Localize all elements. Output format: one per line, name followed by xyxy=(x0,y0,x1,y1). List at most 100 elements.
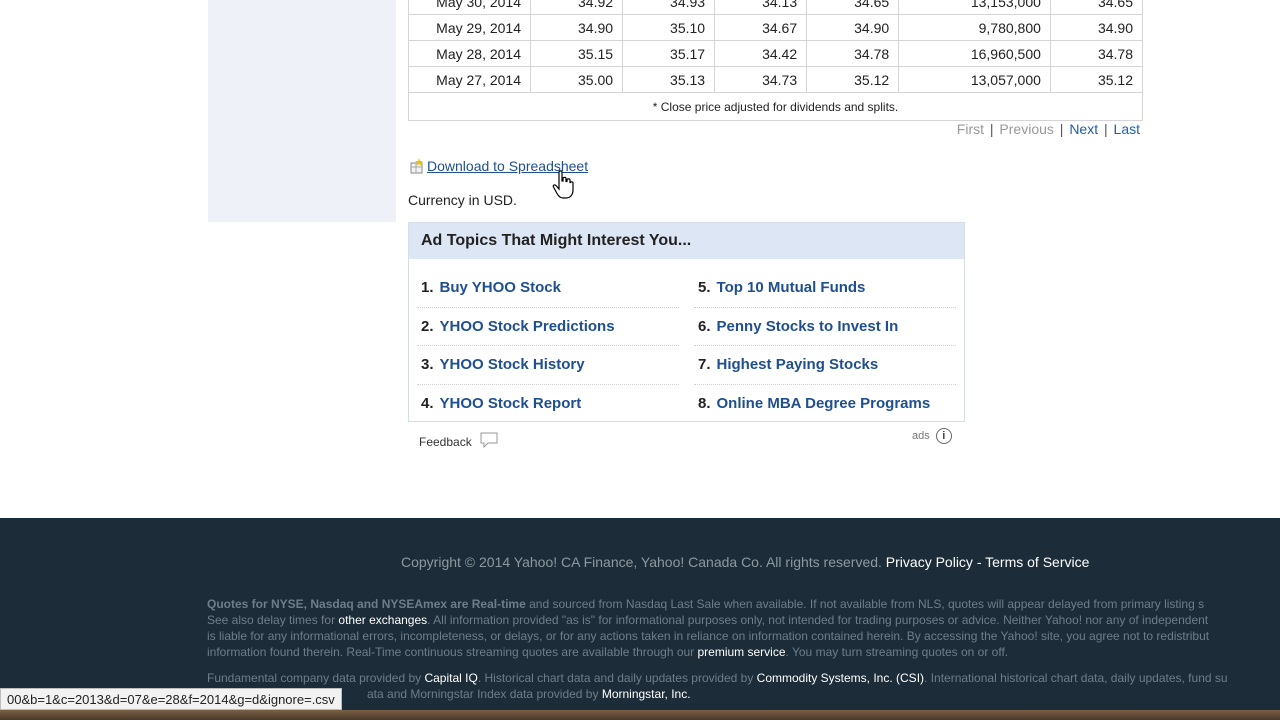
disclaimer-line-3: is liable for any informational errors, … xyxy=(207,629,1210,643)
table-footnote-row: * Close price adjusted for dividends and… xyxy=(408,92,1143,121)
feedback-link[interactable]: Feedback xyxy=(419,432,498,451)
pagination: First | Previous | Next | Last xyxy=(880,121,1140,137)
table-footnote: * Close price adjusted for dividends and… xyxy=(408,92,1143,121)
historical-prices-table: May 30, 2014 34.92 34.93 34.13 34.65 13,153,0… xyxy=(408,0,1144,121)
ad-topic-link[interactable]: Online MBA Degree Programs xyxy=(717,395,931,412)
disclaimer-line-2: See also delay times for other exchanges… xyxy=(207,612,1280,628)
ad-topic-item[interactable]: 5. Top 10 Mutual Funds xyxy=(694,269,956,308)
ad-topics-column-2: 5. Top 10 Mutual Funds 6. Penny Stocks to … xyxy=(694,269,956,423)
cell-close: 34.78 xyxy=(806,40,900,67)
providers-text: ata and Morningstar Index data provided … xyxy=(367,687,602,701)
hand-pointer-cursor-icon xyxy=(552,170,574,200)
cell-close: 34.65 xyxy=(806,0,900,15)
cell-volume: 13,153,000 xyxy=(898,0,1051,15)
ad-topic-link[interactable]: Buy YHOO Stock xyxy=(440,279,561,296)
ad-topic-link[interactable]: YHOO Stock Report xyxy=(440,395,582,412)
ad-topics-column-1: 1. Buy YHOO Stock 2. YHOO Stock Prediction… xyxy=(417,269,679,423)
ad-topic-item[interactable]: 6. Penny Stocks to Invest In xyxy=(694,308,956,346)
disclaimer-text: and sourced from Nasdaq Last Sale when a… xyxy=(525,597,1205,611)
cell-close: 35.12 xyxy=(806,66,900,93)
cell-open: 34.92 xyxy=(529,0,624,15)
cell-date: May 30, 2014 xyxy=(408,0,531,15)
currency-note: Currency in USD. xyxy=(408,192,517,208)
cell-open: 34.90 xyxy=(529,14,624,41)
quotes-disclaimer: Quotes for NYSE, Nasdaq and NYSEAmex are… xyxy=(207,596,1280,660)
ad-topic-item[interactable]: 1. Buy YHOO Stock xyxy=(417,269,679,308)
pager-separator: | xyxy=(1059,121,1064,137)
ad-topic-number: 6. xyxy=(698,317,711,335)
cell-high: 34.93 xyxy=(622,0,716,15)
providers-line-1: Fundamental company data provided by Cap… xyxy=(207,670,1280,686)
cell-adj-close: 34.65 xyxy=(1049,0,1144,15)
table-row: May 30, 2014 34.92 34.93 34.13 34.65 13,153,0… xyxy=(408,0,1144,15)
ad-topic-number: 7. xyxy=(698,356,711,374)
cell-high: 35.17 xyxy=(622,40,716,67)
ads-label: ads i xyxy=(912,428,952,444)
disclaimer-line-4: information found therein. Real-Time con… xyxy=(207,644,1280,660)
ad-topic-link[interactable]: Penny Stocks to Invest In xyxy=(717,318,899,335)
cell-high: 35.13 xyxy=(622,66,716,93)
ad-topic-item[interactable]: 3. YHOO Stock History xyxy=(417,346,679,385)
providers-line-2: ata and Morningstar Index data provided … xyxy=(207,686,1280,702)
footer-dash: - xyxy=(976,554,982,570)
ad-topic-link[interactable]: YHOO Stock History xyxy=(440,356,585,373)
table-row: May 27, 2014 35.00 35.13 34.73 35.12 13,057,0… xyxy=(408,66,1144,93)
ad-topics-title: Ad Topics That Might Interest You... xyxy=(409,223,964,259)
cell-date: May 27, 2014 xyxy=(408,66,531,93)
disclaimer-text: information found therein. Real-Time con… xyxy=(207,645,698,659)
ads-text: ads xyxy=(912,430,930,442)
ad-topic-item[interactable]: 8. Online MBA Degree Programs xyxy=(694,385,956,424)
footer-copyright-line: Copyright © 2014 Yahoo! CA Finance, Yaho… xyxy=(401,554,1089,570)
disclaimer-text: . All information provided "as is" for i… xyxy=(427,613,1209,627)
cell-open: 35.15 xyxy=(529,40,624,67)
disclaimer-text: . You may turn streaming quotes on or of… xyxy=(785,645,1009,659)
ad-topic-link[interactable]: Highest Paying Stocks xyxy=(717,356,879,373)
ad-topics-box: Ad Topics That Might Interest You... 1. B… xyxy=(408,222,965,422)
cell-open: 35.00 xyxy=(529,66,624,93)
ad-topic-item[interactable]: 2. YHOO Stock Predictions xyxy=(417,308,679,346)
cell-adj-close: 34.78 xyxy=(1049,40,1144,67)
pager-next-link[interactable]: Next xyxy=(1069,121,1098,137)
browser-status-url: 00&b=1&c=2013&d=07&e=28&f=2014&g=d&ignor… xyxy=(0,688,342,710)
cell-low: 34.13 xyxy=(714,0,808,15)
left-sidebar-panel xyxy=(208,0,396,222)
ad-topic-number: 4. xyxy=(421,395,434,413)
ad-topic-link[interactable]: YHOO Stock Predictions xyxy=(440,318,615,335)
pager-previous: Previous xyxy=(999,121,1054,137)
providers-text: . Historical chart data and daily update… xyxy=(477,671,757,685)
cell-close: 34.90 xyxy=(806,14,900,41)
copyright-text: Copyright © 2014 Yahoo! CA Finance, Yaho… xyxy=(401,554,882,570)
ad-topic-item[interactable]: 4. YHOO Stock Report xyxy=(417,385,679,424)
cell-adj-close: 34.90 xyxy=(1049,14,1144,41)
pager-first: First xyxy=(956,121,984,137)
cell-high: 35.10 xyxy=(622,14,716,41)
premium-service-link[interactable]: premium service xyxy=(698,645,786,659)
cell-volume: 9,780,800 xyxy=(898,14,1051,41)
privacy-policy-link[interactable]: Privacy Policy xyxy=(886,554,973,570)
info-icon[interactable]: i xyxy=(935,428,952,444)
csi-link[interactable]: Commodity Systems, Inc. (CSI) xyxy=(757,671,924,685)
providers-text: . International historical chart data, d… xyxy=(924,671,1228,685)
ad-topic-number: 5. xyxy=(698,279,711,297)
ad-topic-number: 2. xyxy=(421,317,434,335)
cell-low: 34.67 xyxy=(714,14,808,41)
ad-topic-number: 8. xyxy=(698,395,711,413)
disclaimer-text: See also delay times for xyxy=(207,613,339,627)
pager-last-link[interactable]: Last xyxy=(1114,121,1140,137)
data-providers-note: Fundamental company data provided by Cap… xyxy=(207,670,1280,702)
realtime-quotes-bold: Quotes for NYSE, Nasdaq and NYSEAmex are… xyxy=(207,597,526,611)
ad-topic-number: 3. xyxy=(421,356,434,374)
capital-iq-link[interactable]: Capital IQ xyxy=(424,671,477,685)
cell-date: May 28, 2014 xyxy=(408,40,531,67)
feedback-label: Feedback xyxy=(419,434,472,449)
pager-separator: | xyxy=(989,121,994,137)
other-exchanges-link[interactable]: other exchanges xyxy=(338,613,427,627)
cell-low: 34.73 xyxy=(714,66,808,93)
terms-of-service-link[interactable]: Terms of Service xyxy=(985,554,1089,570)
morningstar-link[interactable]: Morningstar, Inc. xyxy=(602,687,691,701)
ad-topic-item[interactable]: 7. Highest Paying Stocks xyxy=(694,346,956,385)
disclaimer-line-1: Quotes for NYSE, Nasdaq and NYSEAmex are… xyxy=(207,596,1280,612)
speech-bubble-icon xyxy=(480,432,498,451)
cell-volume: 13,057,000 xyxy=(898,66,1051,93)
ad-topic-link[interactable]: Top 10 Mutual Funds xyxy=(717,279,866,296)
